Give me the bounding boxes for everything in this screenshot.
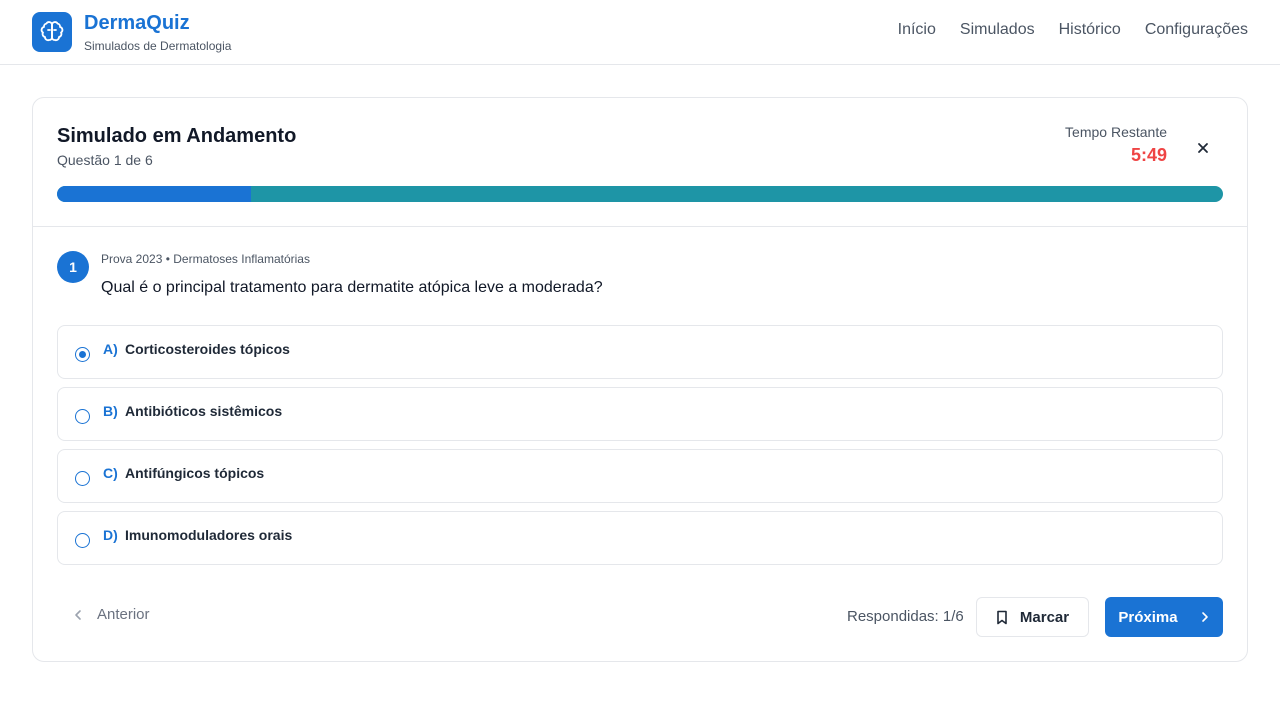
option-c-letter: C)	[103, 465, 118, 481]
nav-item-inicio[interactable]: Início	[898, 21, 936, 39]
timer-label: Tempo Restante	[1065, 124, 1167, 140]
previous-button[interactable]: Anterior	[73, 606, 150, 623]
chevron-left-icon	[75, 609, 81, 620]
option-b-text: Antibióticos sistêmicos	[125, 403, 283, 419]
nav-item-simulados[interactable]: Simulados	[960, 21, 1035, 39]
quiz-card: Simulado em Andamento Questão 1 de 6 Tem…	[32, 97, 1248, 662]
option-a-text: Corticosteroides tópicos	[125, 341, 290, 357]
nav-item-configuracoes[interactable]: Configurações	[1145, 21, 1248, 39]
question-text: Qual é o principal tratamento para derma…	[101, 279, 603, 296]
app-name: DermaQuiz	[84, 12, 190, 34]
mark-button[interactable]: Marcar	[976, 597, 1089, 637]
option-c[interactable]: C) Antifúngicos tópicos	[57, 449, 1223, 503]
close-icon	[1198, 143, 1208, 153]
mark-button-label: Marcar	[1019, 608, 1070, 626]
app-header: DermaQuiz Simulados de Dermatologia Iníc…	[0, 0, 1280, 65]
option-a[interactable]: A) Corticosteroides tópicos	[57, 325, 1223, 379]
quiz-progress-fill	[57, 186, 252, 202]
option-c-radio[interactable]	[75, 471, 90, 486]
previous-button-label: Anterior	[97, 606, 150, 623]
question-progress-text: Questão 1 de 6	[57, 152, 153, 168]
next-button-label: Próxima	[1118, 608, 1178, 626]
answered-count: Respondidas: 1/6	[847, 608, 964, 625]
option-b-radio[interactable]	[75, 409, 90, 424]
chevron-right-icon	[1201, 612, 1208, 622]
quiz-progress-bar	[57, 186, 1223, 202]
app-subtitle: Simulados de Dermatologia	[84, 39, 232, 53]
option-b-letter: B)	[103, 403, 118, 419]
option-a-radio[interactable]	[75, 347, 90, 362]
brain-icon[interactable]	[32, 12, 72, 52]
quiz-title: Simulado em Andamento	[57, 125, 297, 147]
next-button[interactable]: Próxima	[1105, 597, 1223, 637]
timer-value: 5:49	[1130, 145, 1167, 165]
question-number-badge: 1	[57, 251, 89, 283]
option-d[interactable]: D) Imunomoduladores orais	[57, 511, 1223, 565]
bookmark-icon	[997, 610, 1007, 624]
close-quiz-button[interactable]	[1191, 136, 1215, 160]
option-b[interactable]: B) Antibióticos sistêmicos	[57, 387, 1223, 441]
option-d-letter: D)	[103, 527, 118, 543]
option-d-radio[interactable]	[75, 533, 90, 548]
nav-item-historico[interactable]: Histórico	[1059, 21, 1121, 39]
main-nav: Início Simulados Histórico Configurações	[898, 21, 1248, 39]
option-a-letter: A)	[103, 341, 118, 357]
question-meta: Prova 2023 • Dermatoses Inflamatórias	[101, 252, 310, 266]
option-d-text: Imunomoduladores orais	[125, 527, 293, 543]
divider	[33, 226, 1247, 227]
option-c-text: Antifúngicos tópicos	[125, 465, 265, 481]
